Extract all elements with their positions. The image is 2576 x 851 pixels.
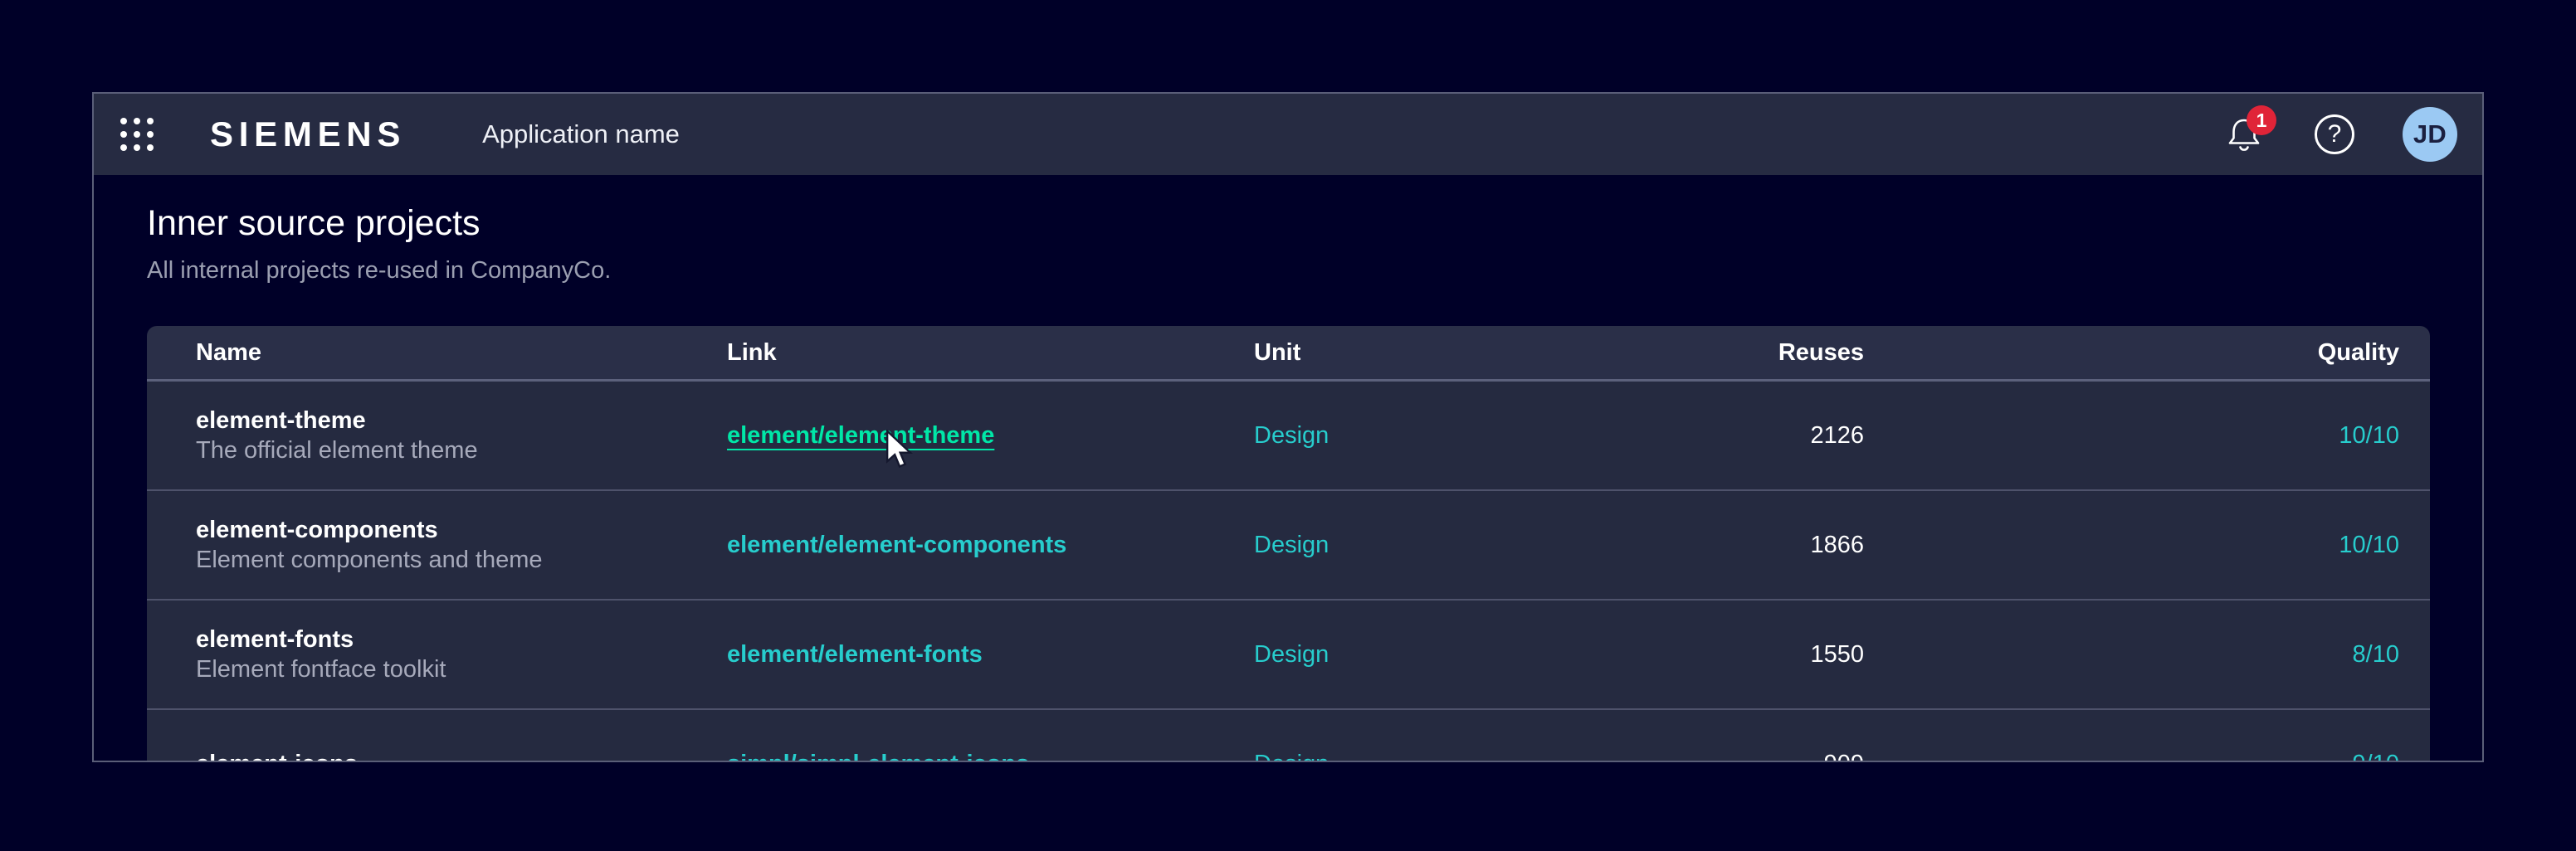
help-button[interactable]: ? (2315, 114, 2354, 154)
project-link[interactable]: simpl/simpl-element-icons (727, 751, 1029, 763)
project-link[interactable]: element/element-components (727, 532, 1066, 558)
unit-link[interactable]: Design (1254, 532, 1329, 558)
project-name: element-fonts (196, 625, 727, 654)
app-header: SIEMENS Application name 1 ? JD (94, 94, 2482, 175)
project-name: element-components (196, 515, 727, 545)
project-description: Element fontface toolkit (196, 654, 727, 684)
project-link[interactable]: element/element-fonts (727, 641, 983, 668)
table-row[interactable]: element-icons simpl/simpl-element-icons … (147, 710, 2430, 762)
column-header-reuses[interactable]: Reuses (1503, 339, 1864, 367)
app-window: SIEMENS Application name 1 ? JD Inner so… (92, 92, 2484, 762)
project-description: Element components and theme (196, 545, 727, 575)
projects-table: Name Link Unit Reuses Quality element-th… (147, 326, 2430, 762)
page-background: { "header": { "logo": "SIEMENS", "app_ti… (0, 0, 2576, 851)
table-row[interactable]: element-fonts Element fontface toolkit e… (147, 601, 2430, 710)
avatar-initials: JD (2413, 119, 2447, 149)
user-avatar[interactable]: JD (2403, 107, 2457, 162)
reuses-value: 1866 (1503, 532, 1864, 559)
project-link-cell: element/element-theme (727, 422, 1254, 450)
project-name: element-theme (196, 406, 727, 435)
table-row[interactable]: element-theme The official element theme… (147, 382, 2430, 491)
project-name: element-icons (196, 749, 727, 762)
column-header-link[interactable]: Link (727, 339, 1254, 367)
project-description: The official element theme (196, 435, 727, 465)
unit-link[interactable]: Design (1254, 641, 1329, 668)
reuses-value: 1550 (1503, 641, 1864, 669)
reuses-value: 2126 (1503, 422, 1864, 450)
reuses-value: 909 (1503, 751, 1864, 763)
quality-value: 9/10 (1864, 751, 2399, 763)
page-content: Inner source projects All internal proje… (94, 175, 2482, 762)
project-name-cell: element-components Element components an… (196, 515, 727, 575)
quality-value: 10/10 (1864, 422, 2399, 450)
project-unit-cell: Design (1254, 532, 1503, 559)
project-link[interactable]: element/element-theme (727, 422, 994, 449)
page-subtitle: All internal projects re-used in Company… (147, 257, 2482, 284)
question-mark-icon: ? (2328, 120, 2342, 148)
unit-link[interactable]: Design (1254, 751, 1329, 763)
column-header-name[interactable]: Name (196, 339, 727, 367)
table-body: element-theme The official element theme… (147, 382, 2430, 762)
page-title: Inner source projects (147, 203, 2482, 244)
project-unit-cell: Design (1254, 751, 1503, 763)
column-header-unit[interactable]: Unit (1254, 339, 1503, 367)
project-unit-cell: Design (1254, 641, 1503, 669)
siemens-logo: SIEMENS (210, 114, 406, 154)
project-name-cell: element-theme The official element theme (196, 406, 727, 465)
project-link-cell: simpl/simpl-element-icons (727, 751, 1254, 763)
quality-value: 8/10 (1864, 641, 2399, 669)
notifications-button[interactable]: 1 (2225, 115, 2263, 153)
column-header-quality[interactable]: Quality (1864, 339, 2399, 367)
project-link-cell: element/element-components (727, 532, 1254, 559)
application-name: Application name (482, 119, 680, 149)
app-launcher-icon[interactable] (117, 114, 157, 154)
notification-badge: 1 (2247, 105, 2276, 135)
project-unit-cell: Design (1254, 422, 1503, 450)
project-name-cell: element-icons (196, 749, 727, 762)
unit-link[interactable]: Design (1254, 422, 1329, 449)
project-link-cell: element/element-fonts (727, 641, 1254, 669)
quality-value: 10/10 (1864, 532, 2399, 559)
project-name-cell: element-fonts Element fontface toolkit (196, 625, 727, 684)
table-row[interactable]: element-components Element components an… (147, 491, 2430, 601)
table-header-row: Name Link Unit Reuses Quality (147, 326, 2430, 382)
